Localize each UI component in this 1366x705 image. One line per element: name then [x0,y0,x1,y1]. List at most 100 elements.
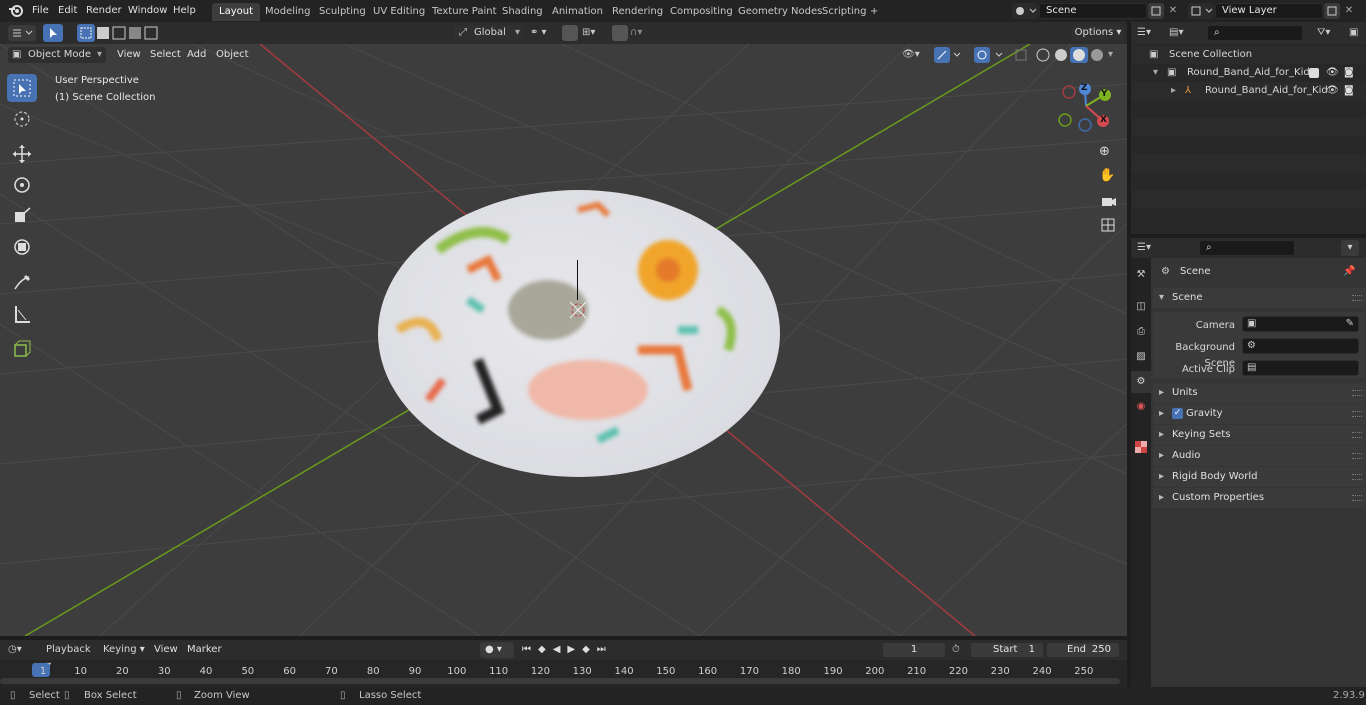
outliner-search-input[interactable]: ⌕ [1207,25,1303,41]
rotate-tool-icon[interactable] [7,171,37,199]
drag-handle-icon[interactable] [1352,390,1362,396]
camera-render-icon[interactable]: ◙ [1344,64,1354,82]
annotate-tool-icon[interactable] [7,269,37,297]
tab-texture-paint[interactable]: Texture Paint [425,3,504,21]
properties-options-icon[interactable]: ▾ [1341,240,1359,256]
menu-file[interactable]: File [28,3,53,19]
drag-handle-icon[interactable] [1352,453,1362,459]
blender-logo-icon[interactable] [8,4,24,18]
timeline-menu-marker[interactable]: Marker [183,642,226,658]
tool-tab-icon[interactable]: ⚒ [1131,264,1151,286]
mode-dropdown[interactable]: ▣ Object Mode ▾ [8,47,106,63]
overlays-icon[interactable] [974,47,1006,63]
drag-handle-icon[interactable] [1352,432,1362,438]
expand-arrow-icon[interactable]: ▾ [1153,64,1158,82]
menu-help[interactable]: Help [169,3,200,19]
perspective-toggle-icon[interactable] [1099,216,1117,234]
transform-orientation-dropdown[interactable]: Global ▾ ⤢ [454,25,524,41]
keying-menu[interactable]: Keying ▾ [99,642,147,658]
scene-tab-icon[interactable]: ⚙ [1131,371,1151,393]
scene-panel-header[interactable]: ▾ Scene [1153,288,1366,308]
delete-view-layer-icon[interactable]: ✕ [1342,3,1356,19]
scene-selector-icon[interactable] [1012,3,1038,19]
gizmo-toggle-icon[interactable] [934,47,964,63]
new-view-layer-icon[interactable] [1324,3,1340,19]
camera-view-icon[interactable] [1099,192,1117,210]
measure-tool-icon[interactable] [7,300,37,328]
outliner-editor-type-icon[interactable]: ☰▾ [1137,25,1165,41]
custom-properties-panel-header[interactable]: ▸ Custom Properties [1153,488,1366,508]
delete-scene-icon[interactable]: ✕ [1166,3,1180,19]
menu-window[interactable]: Window [124,3,171,19]
pan-hand-icon[interactable]: ✋ [1099,168,1117,186]
editor-type-icon[interactable] [8,25,36,41]
timeline-editor-type-icon[interactable]: ◷▾ [8,642,36,658]
add-workspace-button[interactable]: + [866,3,882,21]
playback-menu[interactable]: Playback ▾ [42,642,96,671]
exclude-checkbox[interactable] [1309,68,1319,78]
end-frame-field[interactable]: End 250 [1046,642,1120,658]
drag-handle-icon[interactable] [1352,474,1362,480]
display-mode-icon[interactable]: ▤▾ [1169,25,1197,41]
auto-keying-icon[interactable]: ● ▾ [480,642,514,658]
view-layer-tab-icon[interactable]: ▨ [1131,346,1151,368]
options-dropdown[interactable]: Options ▾ [1072,25,1124,41]
select-box-tool-icon[interactable] [7,74,37,102]
outliner-row-collection[interactable]: ▾ ▣ Round_Band_Aid_for_Kids 👁 ◙ [1131,64,1366,82]
select-tool-mode-icon[interactable] [43,24,63,42]
scene-name-field[interactable]: Scene [1039,3,1147,19]
render-tab-icon[interactable]: ◫ [1131,296,1151,318]
timeline-scrollbar[interactable] [0,678,1120,684]
drag-handle-icon[interactable] [1352,495,1362,501]
tab-layout[interactable]: Layout [212,3,260,21]
cursor-tool-icon[interactable] [7,105,37,133]
properties-search-input[interactable]: ⌕ [1199,240,1295,256]
add-cube-tool-icon[interactable] [7,335,37,363]
outliner-row-scene-collection[interactable]: ▣ Scene Collection [1131,46,1366,64]
falloff-icon[interactable]: ∩▾ [630,25,654,41]
viewport-menu-add[interactable]: Add [183,47,210,63]
move-tool-icon[interactable] [7,140,37,168]
viewport-menu-object[interactable]: Object [212,47,253,63]
stopwatch-icon[interactable]: ⏱ [952,642,968,658]
audio-panel-header[interactable]: ▸ Audio [1153,446,1366,466]
tab-animation[interactable]: Animation [545,3,610,21]
xray-icon[interactable] [1014,47,1028,63]
camera-render-icon[interactable]: ◙ [1344,82,1354,100]
drag-handle-icon[interactable] [1352,295,1362,301]
start-frame-field[interactable]: Start 1 [970,642,1044,658]
world-tab-icon[interactable]: ◉ [1131,396,1151,418]
background-scene-field[interactable]: ⚙ [1242,338,1359,354]
snap-toggle-icon[interactable] [562,25,578,41]
proportional-edit-icon[interactable] [612,25,628,41]
rigid-body-world-panel-header[interactable]: ▸ Rigid Body World [1153,467,1366,487]
3d-viewport[interactable]: User Perspective (1) Scene Collection Z … [0,44,1127,636]
camera-field[interactable]: ▣ ✎ [1242,316,1359,332]
view-layer-field[interactable]: View Layer [1215,3,1323,19]
units-panel-header[interactable]: ▸ Units [1153,383,1366,403]
tab-rendering[interactable]: Rendering [605,3,670,21]
keying-sets-panel-header[interactable]: ▸ Keying Sets [1153,425,1366,445]
tab-scripting[interactable]: Scripting [815,3,873,21]
tab-modeling[interactable]: Modeling [258,3,318,21]
visibility-icon[interactable]: 👁▾ [902,47,930,63]
gravity-checkbox[interactable]: ✓ [1172,408,1183,419]
navigation-gizmo[interactable]: Z Y X [1057,82,1115,132]
shading-modes[interactable] [1034,47,1106,63]
zoom-icon[interactable]: ⊕ [1099,144,1117,162]
tab-uv-editing[interactable]: UV Editing [366,3,432,21]
viewport-menu-select[interactable]: Select [146,47,185,63]
playback-controls[interactable]: ⏮◆◀▶◆⏭ [522,642,630,658]
output-tab-icon[interactable]: ⎙ [1131,321,1151,343]
gravity-panel-header[interactable]: ▸ ✓ Gravity [1153,404,1366,424]
tab-compositing[interactable]: Compositing [663,3,740,21]
menu-edit[interactable]: Edit [54,3,81,19]
menu-render[interactable]: Render [82,3,126,19]
eyedropper-icon[interactable]: ✎ [1346,317,1354,331]
view-layer-icon[interactable] [1188,3,1214,19]
timeline-menu-view[interactable]: View [150,642,182,658]
outliner-row-object[interactable]: ▸ ⅄ Round_Band_Aid_for_Kid 👁 ◙ [1131,82,1366,100]
viewport-menu-view[interactable]: View [113,47,145,63]
tab-sculpting[interactable]: Sculpting [312,3,373,21]
new-scene-icon[interactable] [1148,3,1164,19]
